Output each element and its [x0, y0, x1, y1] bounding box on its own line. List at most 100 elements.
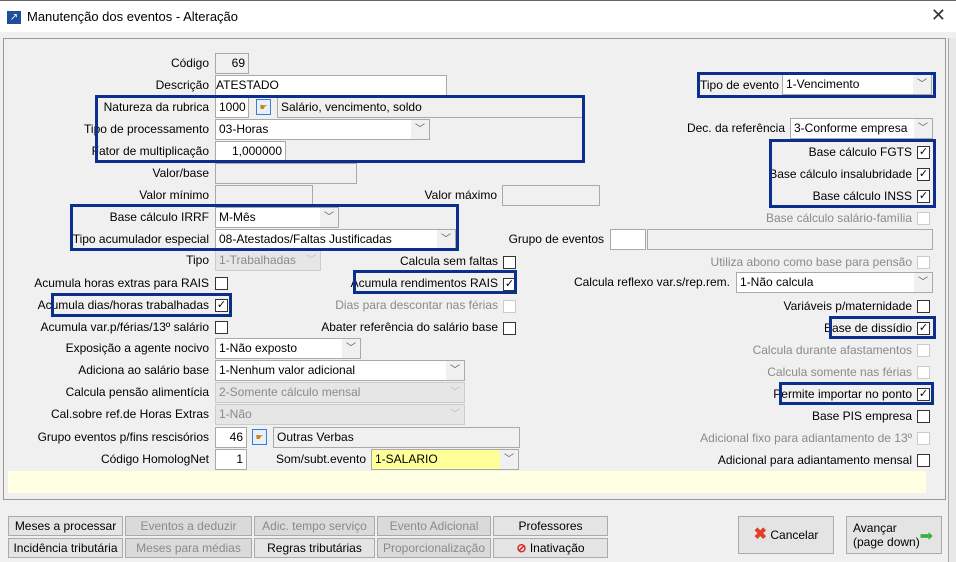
valor-minimo-field[interactable] [215, 185, 313, 206]
prohibited-icon: ⊘ [516, 541, 527, 555]
salario-familia-label: Base cálculo salário-família [765, 211, 912, 225]
selected-value: 2-Somente cálculo mensal [219, 385, 361, 399]
side-scrollbar[interactable] [948, 38, 956, 562]
dec-referencia-select[interactable]: 3-Conforme empresa ﹀ [790, 118, 933, 139]
professores-button[interactable]: Professores [493, 516, 608, 536]
advance-button[interactable]: Avançar (page down) ➡ [846, 516, 942, 554]
regras-button[interactable]: Regras tributárias [254, 538, 375, 558]
selected-value: 1-SALARIO [375, 452, 438, 466]
evento-adicional-button[interactable]: Evento Adicional [377, 516, 491, 536]
adiciona-select[interactable]: 1-Nenhum valor adicional ﹀ [215, 360, 465, 381]
close-button[interactable]: ✕ [931, 5, 946, 26]
window-title: Manutenção dos eventos - Alteração [27, 9, 239, 24]
cancel-button[interactable]: ✖ Cancelar [738, 516, 834, 554]
som-subt-select[interactable]: 1-SALARIO ﹀ [371, 449, 519, 470]
highlight-box [51, 293, 232, 317]
var-ferias-label: Acumula var.p/férias/13º salário [40, 320, 209, 334]
abono-pensao-checkbox[interactable] [917, 256, 930, 269]
calcula-reflexo-label: Calcula reflexo var.s/rep.rem. [573, 275, 730, 289]
arrow-right-icon: ➡ [919, 528, 933, 545]
selected-value: 1-Não exposto [219, 341, 298, 355]
selected-value: 1-Não [219, 407, 252, 421]
cal-sobre-select[interactable]: 1-Não ﹀ [215, 404, 465, 425]
sem-faltas-checkbox[interactable] [503, 256, 516, 269]
pis-checkbox[interactable] [917, 410, 930, 423]
cancel-x-icon: ✖ [753, 526, 768, 543]
valor-base-field[interactable] [215, 163, 357, 184]
selected-value: 1-Não calcula [740, 275, 814, 289]
exposicao-select[interactable]: 1-Não exposto ﹀ [215, 338, 361, 359]
adiciona-label: Adiciona ao salário base [78, 363, 209, 377]
selected-value: 1-Trabalhadas [219, 253, 296, 267]
highlight-box [95, 95, 585, 163]
dias-descontar-label: Dias para descontar nas férias [335, 298, 498, 312]
abono-pensao-label: Utiliza abono como base para pensão [710, 255, 912, 269]
advance-label: Avançar [853, 521, 897, 535]
somente-ferias-checkbox[interactable] [917, 366, 930, 379]
grupo-eventos-label: Grupo de eventos [508, 232, 604, 246]
adic-tempo-button[interactable]: Adic. tempo serviço [254, 516, 375, 536]
chevron-down-icon: ﹀ [914, 119, 932, 138]
sem-faltas-label: Calcula sem faltas [399, 254, 498, 268]
abater-checkbox[interactable] [503, 322, 516, 335]
exposicao-label: Exposição a agente nocivo [65, 341, 209, 355]
lookup-hand-icon[interactable]: ☛ [252, 429, 267, 445]
afastamentos-label: Calcula durante afastamentos [752, 343, 912, 357]
horas-extras-rais-checkbox[interactable] [215, 277, 228, 290]
meses-medias-button[interactable]: Meses para médias [125, 538, 252, 558]
info-bar [8, 471, 926, 493]
dec-referencia-label: Dec. da referência [686, 121, 785, 135]
advance-text: Avançar (page down) [853, 521, 920, 549]
valor-maximo-field[interactable] [502, 185, 600, 206]
adic-mensal-checkbox[interactable] [917, 454, 930, 467]
codigo-field: 69 [215, 53, 249, 74]
somente-ferias-label: Calcula somente nas férias [767, 365, 912, 379]
eventos-deduzir-button[interactable]: Eventos a deduzir [125, 516, 252, 536]
pensao-select[interactable]: 2-Somente cálculo mensal ﹀ [215, 382, 465, 403]
valor-minimo-label: Valor mínimo [139, 188, 209, 202]
chevron-down-icon: ﹀ [446, 383, 464, 402]
abater-label: Abater referência do salário base [321, 320, 498, 334]
grupo-resc-desc: Outras Verbas [273, 427, 520, 448]
inativacao-button[interactable]: ⊘ Inativação [493, 538, 608, 558]
chevron-down-icon: ﹀ [342, 339, 360, 358]
inativacao-label: Inativação [529, 541, 585, 555]
calcula-reflexo-select[interactable]: 1-Não calcula ﹀ [736, 272, 933, 293]
afastamentos-checkbox[interactable] [917, 344, 930, 357]
incidencia-button[interactable]: Incidência tributária [8, 538, 123, 558]
codigo-label: Código [170, 56, 209, 70]
dias-descontar-checkbox[interactable] [503, 300, 516, 313]
chevron-down-icon: ﹀ [446, 405, 464, 424]
pis-label: Base PIS empresa [811, 409, 912, 423]
horas-extras-rais-label: Acumula horas extras para RAIS [34, 276, 209, 290]
salario-familia-checkbox[interactable] [917, 212, 930, 225]
adic-fixo-13-label: Adicional fixo para adiantamento de 13º [700, 431, 912, 445]
pensao-label: Calcula pensão alimentícia [65, 385, 209, 399]
descricao-field[interactable]: ATESTADO [215, 75, 447, 96]
homolognet-label: Código HomologNet [100, 452, 209, 466]
valor-maximo-label: Valor máximo [424, 188, 497, 202]
meses-processar-button[interactable]: Meses a processar [8, 516, 123, 536]
adic-mensal-label: Adicional para adiantamento mensal [717, 453, 912, 467]
selected-value: 3-Conforme empresa [794, 121, 908, 135]
homolognet-field[interactable]: 1 [215, 449, 247, 470]
grupo-eventos-desc [647, 229, 933, 250]
grupo-eventos-field[interactable] [610, 229, 646, 250]
advance-sublabel: (page down) [853, 535, 920, 549]
valor-base-label: Valor/base [152, 166, 209, 180]
maternidade-checkbox[interactable] [917, 300, 930, 313]
highlight-box [769, 139, 936, 208]
selected-value: 1-Nenhum valor adicional [219, 363, 356, 377]
highlight-box [779, 382, 934, 405]
proporcionalizacao-button[interactable]: Proporcionalização [377, 538, 491, 558]
title-bar: ↗ Manutenção dos eventos - Alteração ✕ [0, 0, 956, 32]
cancel-label: Cancelar [770, 528, 819, 542]
grupo-resc-field[interactable]: 46 [215, 427, 247, 448]
var-ferias-checkbox[interactable] [215, 321, 228, 334]
adic-fixo-13-checkbox[interactable] [917, 432, 930, 445]
app-icon: ↗ [7, 11, 21, 24]
highlight-box [829, 316, 936, 339]
maternidade-label: Variáveis p/maternidade [783, 299, 912, 313]
chevron-down-icon: ﹀ [500, 450, 518, 469]
highlight-box [70, 204, 459, 251]
